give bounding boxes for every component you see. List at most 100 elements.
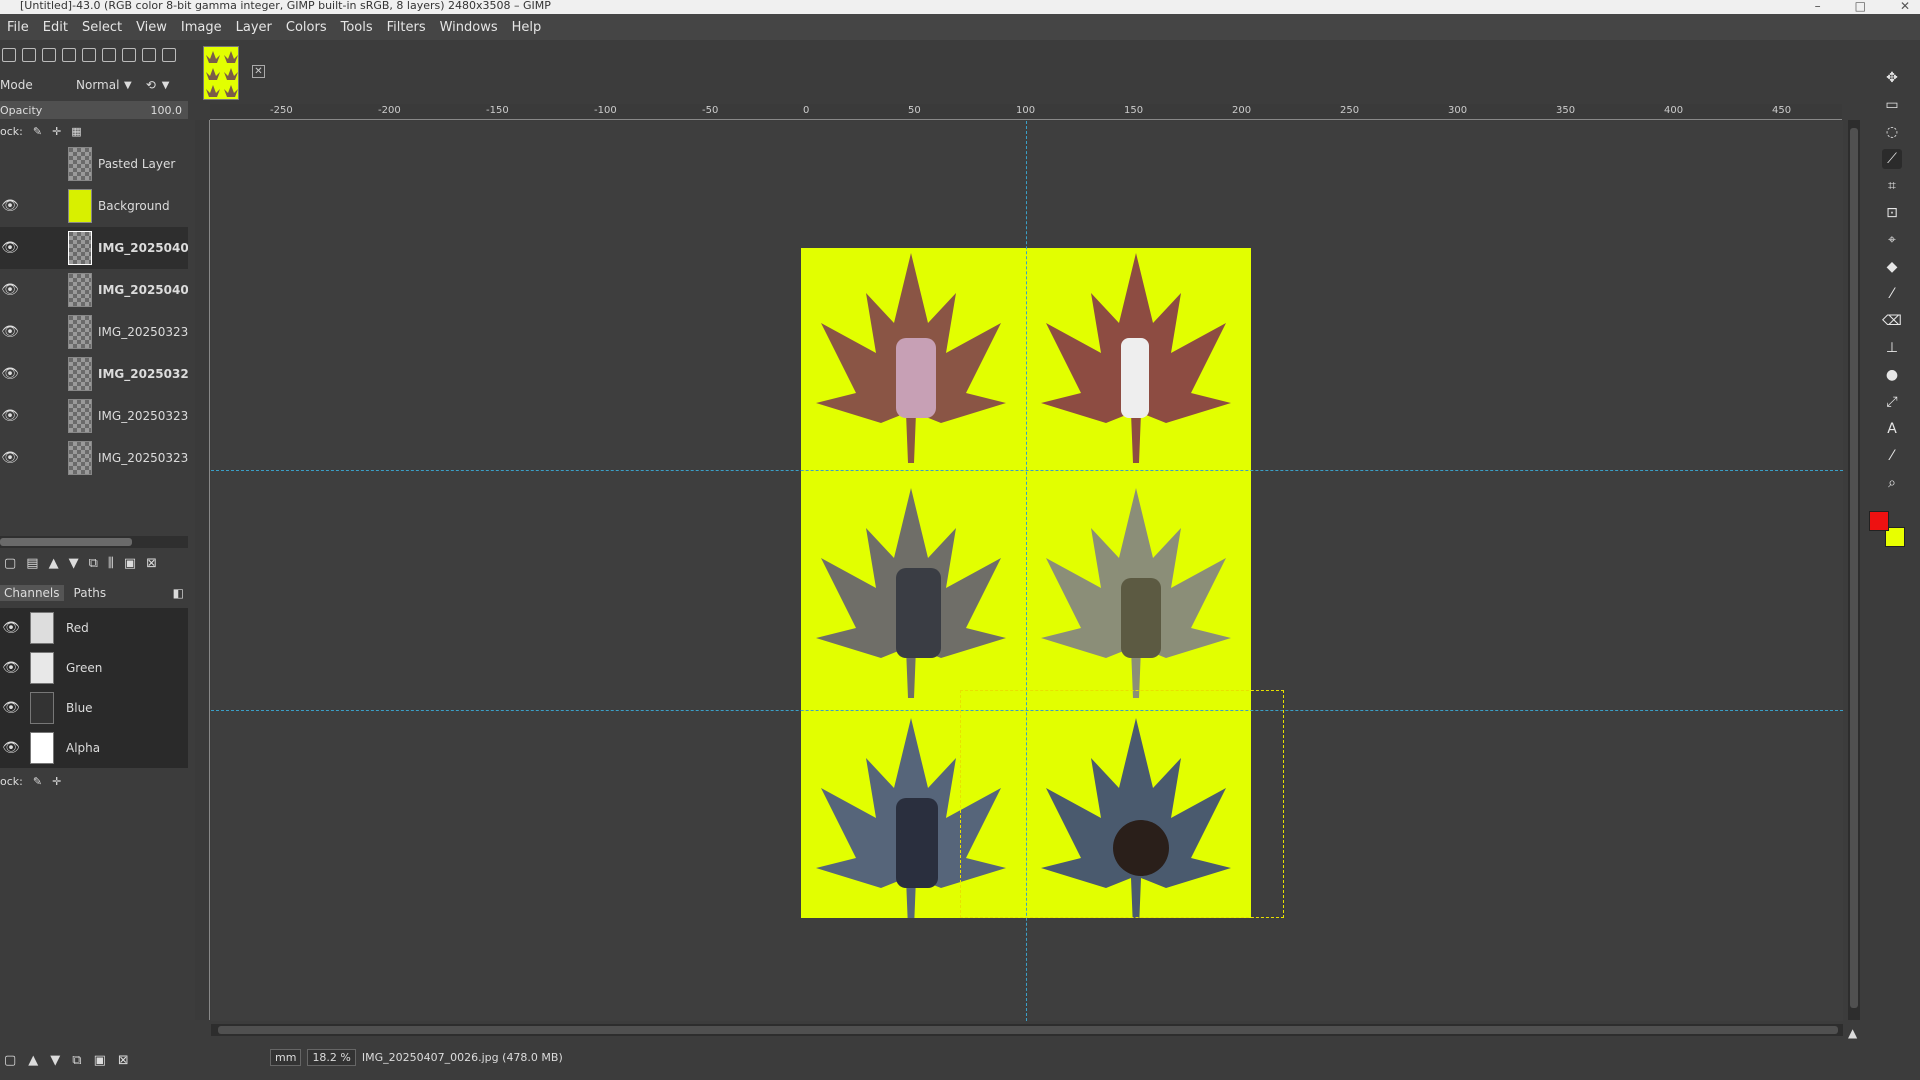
raise-layer-icon[interactable]: ▲: [49, 556, 59, 571]
opacity-slider[interactable]: Opacity 100.0: [0, 101, 188, 119]
menu-filters[interactable]: Filters: [380, 20, 433, 35]
eye-icon[interactable]: 👁: [0, 700, 22, 716]
layer-row[interactable]: 👁 Background: [0, 185, 188, 227]
image-tab-thumbnail[interactable]: [203, 46, 239, 100]
eye-icon[interactable]: 👁: [0, 240, 20, 256]
eye-icon[interactable]: 👁: [0, 324, 20, 340]
menu-help[interactable]: Help: [505, 20, 549, 35]
delete-channel-icon[interactable]: ⊠: [118, 1053, 129, 1068]
close-image-tab-icon[interactable]: ✕: [252, 65, 265, 78]
eye-icon[interactable]: 👁: [0, 282, 20, 298]
channel-row[interactable]: 👁 Green: [0, 648, 188, 688]
layers-scroll-thumb[interactable]: [0, 538, 132, 546]
eye-icon[interactable]: 👁: [0, 660, 22, 676]
menu-image[interactable]: Image: [174, 20, 229, 35]
foreground-color-swatch[interactable]: [1869, 511, 1889, 531]
layer-row[interactable]: 👁 IMG_2025032: [0, 353, 188, 395]
delete-layer-icon[interactable]: ⊠: [146, 556, 157, 571]
channel-row[interactable]: 👁 Red: [0, 608, 188, 648]
text-icon[interactable]: A: [1882, 419, 1902, 439]
menu-tools[interactable]: Tools: [334, 20, 380, 35]
menu-layer[interactable]: Layer: [229, 20, 279, 35]
eye-icon[interactable]: 👁: [0, 740, 22, 756]
device-status-icon[interactable]: [22, 48, 36, 62]
new-layer-group-icon[interactable]: ▤: [26, 556, 38, 571]
eraser-icon[interactable]: ⌫: [1882, 311, 1902, 331]
rect-select-icon[interactable]: ▭: [1882, 95, 1902, 115]
menu-colors[interactable]: Colors: [279, 20, 334, 35]
horizontal-ruler[interactable]: -250 -200 -150 -100 -50 0 50 100 150 200…: [210, 104, 1842, 120]
minimize-button[interactable]: –: [1815, 0, 1821, 14]
new-layer-icon[interactable]: ▢: [4, 556, 16, 571]
fonts-icon[interactable]: [82, 48, 96, 62]
eye-icon[interactable]: 👁: [0, 450, 20, 466]
lock-alpha-icon[interactable]: ▦: [71, 125, 81, 138]
undo-history-icon[interactable]: [122, 48, 136, 62]
crop-icon[interactable]: ⌗: [1882, 176, 1902, 196]
layer-row[interactable]: 👁 IMG_2025040: [0, 269, 188, 311]
navigate-icon[interactable]: ▲: [1848, 1026, 1857, 1040]
layer-row[interactable]: 👁 IMG_20250323_: [0, 437, 188, 479]
channel-to-selection-icon[interactable]: ▣: [94, 1053, 106, 1068]
warp-icon[interactable]: ⌖: [1882, 230, 1902, 250]
merge-layer-icon[interactable]: ⫼: [108, 556, 114, 571]
horizontal-guide[interactable]: [211, 470, 1843, 471]
lock-position-icon[interactable]: ✛: [52, 125, 61, 138]
clone-icon[interactable]: ⊥: [1882, 338, 1902, 358]
tool-options-icon[interactable]: [2, 48, 16, 62]
menu-select[interactable]: Select: [75, 20, 129, 35]
document-history-icon[interactable]: [102, 48, 116, 62]
horizontal-scroll-thumb[interactable]: [218, 1026, 1838, 1034]
mask-icon[interactable]: ▣: [124, 556, 136, 571]
chevron-right-icon[interactable]: [142, 48, 156, 62]
free-select-icon[interactable]: ◌: [1882, 122, 1902, 142]
eye-icon[interactable]: 👁: [0, 366, 20, 382]
patterns-icon[interactable]: [62, 48, 76, 62]
new-channel-icon[interactable]: ▢: [4, 1053, 16, 1068]
duplicate-layer-icon[interactable]: ⧉: [89, 556, 98, 571]
menu-file[interactable]: File: [0, 20, 36, 35]
lock-position-icon[interactable]: ✛: [52, 775, 61, 788]
zoom-icon[interactable]: ⌕: [1882, 473, 1902, 493]
layer-row-selected[interactable]: 👁 IMG_20250407_: [0, 227, 188, 269]
tab-paths[interactable]: Paths: [70, 585, 111, 601]
chevron-down-icon[interactable]: ▼: [124, 80, 132, 91]
fuzzy-select-icon[interactable]: ⟋: [1882, 149, 1902, 169]
raise-channel-icon[interactable]: ▲: [28, 1053, 38, 1068]
layer-row[interactable]: Pasted Layer: [0, 143, 188, 185]
tab-channels[interactable]: Channels: [0, 585, 64, 601]
lock-pixels-icon[interactable]: ✎: [33, 775, 42, 788]
bucket-fill-icon[interactable]: ◆: [1882, 257, 1902, 277]
mode-switch-icon[interactable]: ⟲: [146, 78, 156, 92]
chevron-down-icon[interactable]: ▼: [162, 80, 170, 91]
lower-layer-icon[interactable]: ▼: [69, 556, 79, 571]
zoom-select[interactable]: 18.2 %: [307, 1048, 356, 1066]
layer-row[interactable]: 👁 IMG_20250323_: [0, 311, 188, 353]
eye-icon[interactable]: 👁: [0, 408, 20, 424]
color-picker-icon[interactable]: ⁄: [1882, 446, 1902, 466]
mode-select[interactable]: Normal: [76, 78, 124, 92]
move-tool-icon[interactable]: ✥: [1882, 68, 1902, 88]
menu-windows[interactable]: Windows: [433, 20, 505, 35]
lower-channel-icon[interactable]: ▼: [50, 1053, 60, 1068]
panel-menu-icon[interactable]: ◧: [173, 586, 184, 600]
smudge-icon[interactable]: ●: [1882, 365, 1902, 385]
vertical-ruler[interactable]: [195, 120, 210, 1020]
eye-icon[interactable]: 👁: [0, 198, 20, 214]
lock-pixels-icon[interactable]: ✎: [33, 125, 42, 138]
menu-view[interactable]: View: [129, 20, 174, 35]
brushes-icon[interactable]: [42, 48, 56, 62]
channel-row[interactable]: 👁 Alpha: [0, 728, 188, 768]
opacity-value[interactable]: 100.0: [151, 104, 183, 117]
maximize-button[interactable]: □: [1855, 0, 1866, 14]
channel-row[interactable]: 👁 Blue: [0, 688, 188, 728]
menu-edit[interactable]: Edit: [36, 20, 75, 35]
duplicate-channel-icon[interactable]: ⧉: [72, 1053, 81, 1068]
eye-icon[interactable]: 👁: [0, 620, 22, 636]
panel-menu-icon[interactable]: [162, 48, 176, 62]
paintbrush-icon[interactable]: ⁄: [1882, 284, 1902, 304]
vertical-scroll-thumb[interactable]: [1850, 128, 1858, 1008]
close-button[interactable]: ✕: [1900, 0, 1910, 14]
unit-select[interactable]: mm: [270, 1048, 302, 1066]
unified-transform-icon[interactable]: ⊡: [1882, 203, 1902, 223]
